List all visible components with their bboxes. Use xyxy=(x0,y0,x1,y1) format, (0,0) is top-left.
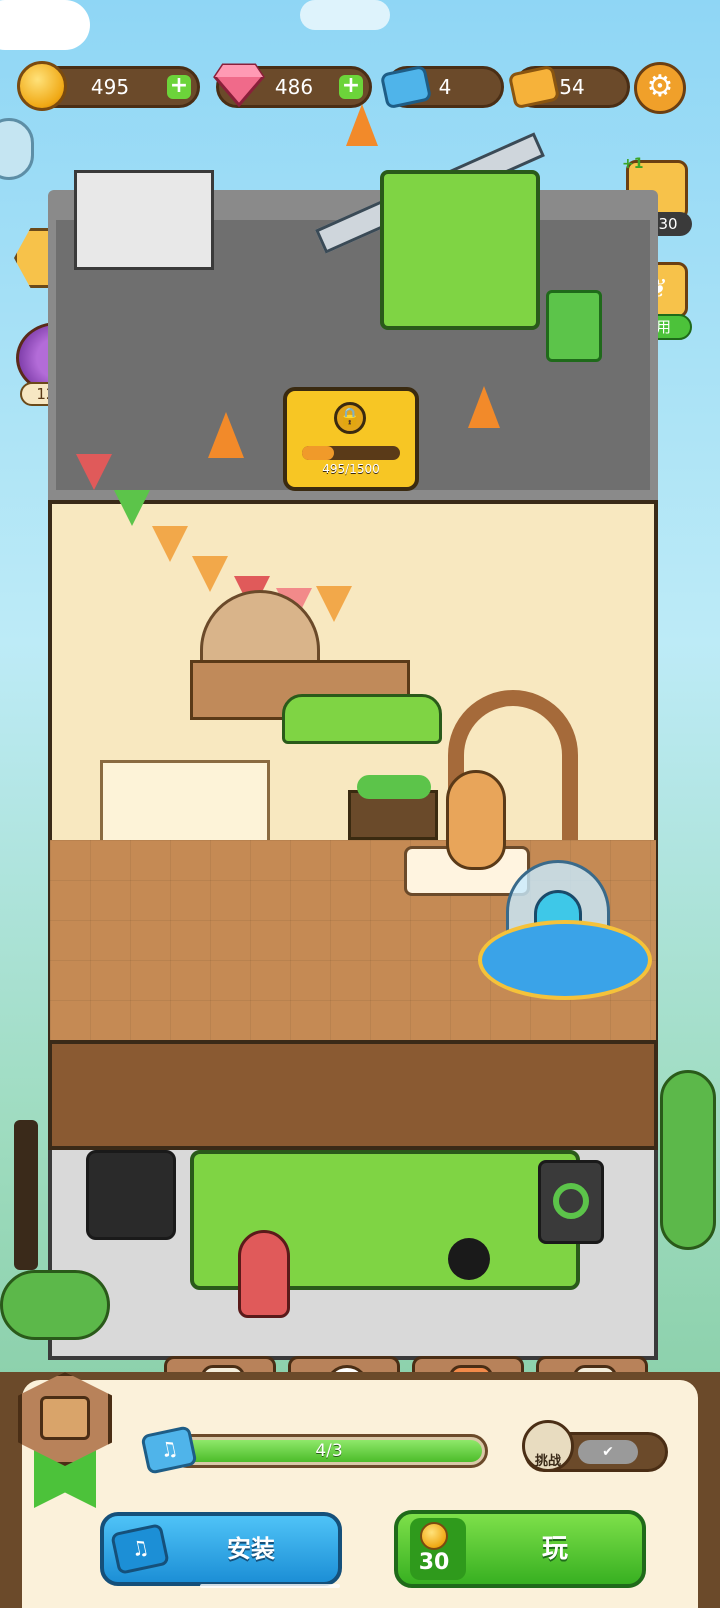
cloud-decoration xyxy=(300,0,390,30)
green-awning xyxy=(282,694,442,744)
tree xyxy=(660,1070,716,1250)
refill-bonus-label: +1 xyxy=(622,156,644,172)
guitar-character[interactable] xyxy=(446,770,506,870)
lock-icon: 🔒 xyxy=(334,402,366,434)
settings-button[interactable]: ⚙ xyxy=(634,62,686,114)
build-tools-icon xyxy=(40,1396,90,1440)
song-progress-text: 4/3 xyxy=(315,1441,343,1461)
challenge-toggle[interactable]: ✔ xyxy=(578,1440,638,1464)
bush xyxy=(0,1270,110,1340)
add-coins-icon[interactable]: + xyxy=(167,75,191,99)
street-lamp xyxy=(14,1120,38,1270)
unlock-progress-fill xyxy=(302,446,335,460)
bunting-flag xyxy=(316,586,352,622)
side-drawer-tab[interactable] xyxy=(0,118,34,180)
gold-ticket-value: 54 xyxy=(559,75,585,99)
play-cost: 30 xyxy=(418,1550,450,1575)
play-label: 玩 xyxy=(541,1534,568,1564)
dark-machine-panel xyxy=(86,1150,176,1240)
ufo-vehicle[interactable] xyxy=(478,920,652,1000)
red-hooded-character[interactable] xyxy=(238,1230,290,1318)
blue-ticket-counter[interactable]: 4 xyxy=(379,64,504,110)
traffic-cone-icon xyxy=(208,412,244,458)
bunting-flag xyxy=(76,454,112,490)
speaker-icon xyxy=(538,1160,604,1244)
floor-edge xyxy=(48,1040,658,1150)
coin-counter[interactable]: 495 + xyxy=(17,61,200,111)
home-indicator[interactable] xyxy=(200,1584,340,1588)
blue-ticket-value: 4 xyxy=(438,75,452,99)
gold-ticket-counter[interactable]: 54 xyxy=(507,64,630,110)
blue-ticket-icon: ♫ xyxy=(110,1523,170,1575)
coin-icon xyxy=(420,1522,448,1550)
crane-cabin xyxy=(380,170,540,330)
electric-box xyxy=(546,290,602,362)
bomb-icon xyxy=(448,1238,490,1280)
bunting-flag xyxy=(192,556,228,592)
bunting-flag xyxy=(152,526,188,562)
play-button[interactable]: 30 玩 xyxy=(394,1510,646,1588)
install-label: 安装 xyxy=(227,1535,275,1563)
gear-icon: ⚙ xyxy=(646,69,674,104)
gem-counter[interactable]: 486 + xyxy=(213,63,372,108)
traffic-cone-icon xyxy=(468,386,500,428)
challenge-label: 挑战 xyxy=(534,1454,561,1469)
install-button[interactable]: ♫ 安装 xyxy=(100,1512,342,1586)
cloud-decoration xyxy=(0,0,90,50)
unfinished-wall xyxy=(74,170,214,270)
traffic-cone-icon xyxy=(346,104,378,146)
flower-planter xyxy=(348,775,438,840)
add-gems-icon[interactable]: + xyxy=(339,75,363,99)
bunting-flag xyxy=(114,490,150,526)
unlock-progress-text: 495/1500 xyxy=(322,462,380,476)
